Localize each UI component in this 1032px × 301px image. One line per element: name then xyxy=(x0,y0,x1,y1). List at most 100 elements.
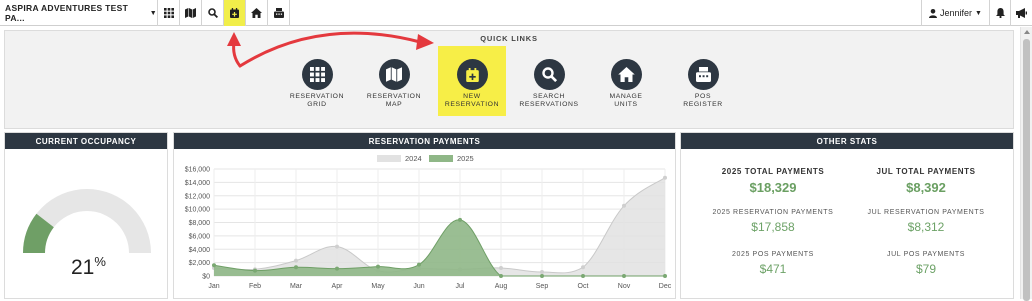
stat-2025-total-payments: 2025 TOTAL PAYMENTS $18,329 xyxy=(698,167,848,195)
data-point-2025 xyxy=(294,265,298,270)
stat-value: $8,312 xyxy=(907,220,945,234)
data-point-2025 xyxy=(376,264,380,269)
x-tick-label: Nov xyxy=(618,283,631,290)
quick-link-search-reservations[interactable]: SEARCH RESERVATIONS xyxy=(515,46,583,116)
legend-swatch-2024 xyxy=(377,155,401,162)
quick-links-title: QUICK LINKS xyxy=(480,34,538,43)
nav-home-button[interactable] xyxy=(246,0,268,26)
y-tick-label: $12,000 xyxy=(185,193,210,200)
home-icon xyxy=(251,8,262,18)
y-tick-label: $16,000 xyxy=(185,167,210,174)
data-point-2025 xyxy=(499,274,503,278)
register-icon xyxy=(695,67,711,82)
data-point-2025 xyxy=(663,274,667,278)
stat-label: 2025 RESERVATION PAYMENTS xyxy=(712,209,834,216)
nav-register-button[interactable] xyxy=(268,0,290,26)
legend-label-2025: 2025 xyxy=(457,154,474,163)
quick-link-icon-circle xyxy=(610,59,642,90)
data-point-2025 xyxy=(581,274,585,278)
y-tick-label: $8,000 xyxy=(189,220,211,227)
y-tick-label: $14,000 xyxy=(185,180,210,187)
nav-map-button[interactable] xyxy=(180,0,202,26)
quick-link-new-reservation[interactable]: NEW RESERVATION xyxy=(438,46,506,116)
y-tick-label: $6,000 xyxy=(189,233,211,240)
occupancy-gauge: 21% xyxy=(5,149,167,298)
data-point-2025 xyxy=(335,266,339,271)
data-point-2024 xyxy=(581,265,585,270)
caret-down-icon: ▼ xyxy=(149,9,157,17)
reservation-payments-title: RESERVATION PAYMENTS xyxy=(174,133,675,149)
calendar-plus-icon xyxy=(230,8,239,18)
y-tick-label: $0 xyxy=(202,274,210,281)
register-icon xyxy=(273,8,284,18)
top-nav: ASPIRA ADVENTURES TEST PA... ▼ Jennifer … xyxy=(0,0,1032,26)
search-icon xyxy=(207,8,218,18)
occupancy-number: 21 xyxy=(71,256,95,279)
x-tick-label: Oct xyxy=(578,283,589,290)
legend-swatch-2025 xyxy=(429,155,453,162)
occupancy-unit: % xyxy=(94,254,106,269)
stat-jul-pos-payments: JUL POS PAYMENTS $79 xyxy=(851,251,1001,276)
nav-grid-button[interactable] xyxy=(158,0,180,26)
annotation-arrow xyxy=(227,31,434,68)
stat-value: $8,392 xyxy=(906,180,946,195)
user-name: Jennifer xyxy=(940,8,973,18)
quick-links-panel: QUICK LINKS RESERVATION GRID RESERVATION… xyxy=(4,30,1014,129)
map-icon xyxy=(185,8,196,18)
nav-search-button[interactable] xyxy=(202,0,224,26)
page-scrollbar[interactable] xyxy=(1020,27,1032,301)
data-point-2024 xyxy=(335,244,339,249)
x-tick-label: Jun xyxy=(413,283,424,290)
quick-link-pos-register[interactable]: POS REGISTER xyxy=(669,46,737,116)
data-point-2025 xyxy=(540,274,544,278)
scroll-thumb[interactable] xyxy=(1023,39,1030,301)
data-point-2025 xyxy=(622,274,626,278)
quick-link-label: RESERVATION MAP xyxy=(366,93,422,108)
y-tick-label: $2,000 xyxy=(189,260,211,267)
stat-label: JUL RESERVATION PAYMENTS xyxy=(867,209,985,216)
stat-2025-reservation-payments: 2025 RESERVATION PAYMENTS $17,858 xyxy=(698,209,848,234)
user-icon xyxy=(929,8,938,18)
user-menu[interactable]: Jennifer ▼ xyxy=(921,0,989,26)
other-stats-title: OTHER STATS xyxy=(681,133,1013,149)
stat-jul-reservation-payments: JUL RESERVATION PAYMENTS $8,312 xyxy=(851,209,1001,234)
x-tick-label: May xyxy=(371,283,385,290)
property-name: ASPIRA ADVENTURES TEST PA... xyxy=(5,3,129,23)
data-point-2025 xyxy=(417,262,421,267)
data-point-2024 xyxy=(499,265,503,270)
payments-chart: $0 $2,000 $4,000 $6,000 $8,000 $10,000 $12,000… xyxy=(185,154,672,290)
quick-link-manage-units[interactable]: MANAGE UNITS xyxy=(592,46,660,116)
x-tick-label: Mar xyxy=(290,283,303,290)
quick-link-label: POS REGISTER xyxy=(683,93,723,108)
home-icon xyxy=(617,67,635,82)
y-tick-label: $10,000 xyxy=(185,207,210,214)
data-point-2024 xyxy=(540,269,544,274)
nav-new-reservation-button[interactable] xyxy=(224,0,246,26)
x-tick-label: Feb xyxy=(249,283,261,290)
data-point-2024 xyxy=(663,175,667,180)
x-tick-label: Aug xyxy=(495,283,508,290)
other-stats-panel: OTHER STATS 2025 TOTAL PAYMENTS $18,329 … xyxy=(680,132,1014,299)
notifications-button[interactable] xyxy=(989,0,1010,26)
stat-label: 2025 POS PAYMENTS xyxy=(732,251,814,258)
search-icon xyxy=(541,67,557,82)
stat-value: $471 xyxy=(759,262,787,276)
quick-link-label: NEW RESERVATION xyxy=(444,93,500,108)
grid-icon xyxy=(163,8,174,18)
data-point-2024 xyxy=(622,203,626,208)
property-selector[interactable]: ASPIRA ADVENTURES TEST PA... ▼ xyxy=(0,0,158,26)
stat-value: $18,329 xyxy=(749,180,797,195)
stat-value: $79 xyxy=(915,262,937,276)
bell-icon xyxy=(995,8,1005,18)
quick-link-icon-circle xyxy=(687,59,719,90)
y-tick-label: $4,000 xyxy=(189,247,211,254)
megaphone-icon xyxy=(1016,8,1027,18)
x-tick-label: Jul xyxy=(456,283,465,290)
quick-link-label: MANAGE UNITS xyxy=(609,93,643,108)
quick-link-label: SEARCH RESERVATIONS xyxy=(519,93,579,108)
x-tick-label: Apr xyxy=(332,283,344,290)
current-occupancy-title: CURRENT OCCUPANCY xyxy=(5,133,167,149)
announcements-button[interactable] xyxy=(1010,0,1032,26)
quick-link-icon-circle xyxy=(533,59,565,90)
scroll-up-arrow-icon[interactable] xyxy=(1024,30,1030,34)
